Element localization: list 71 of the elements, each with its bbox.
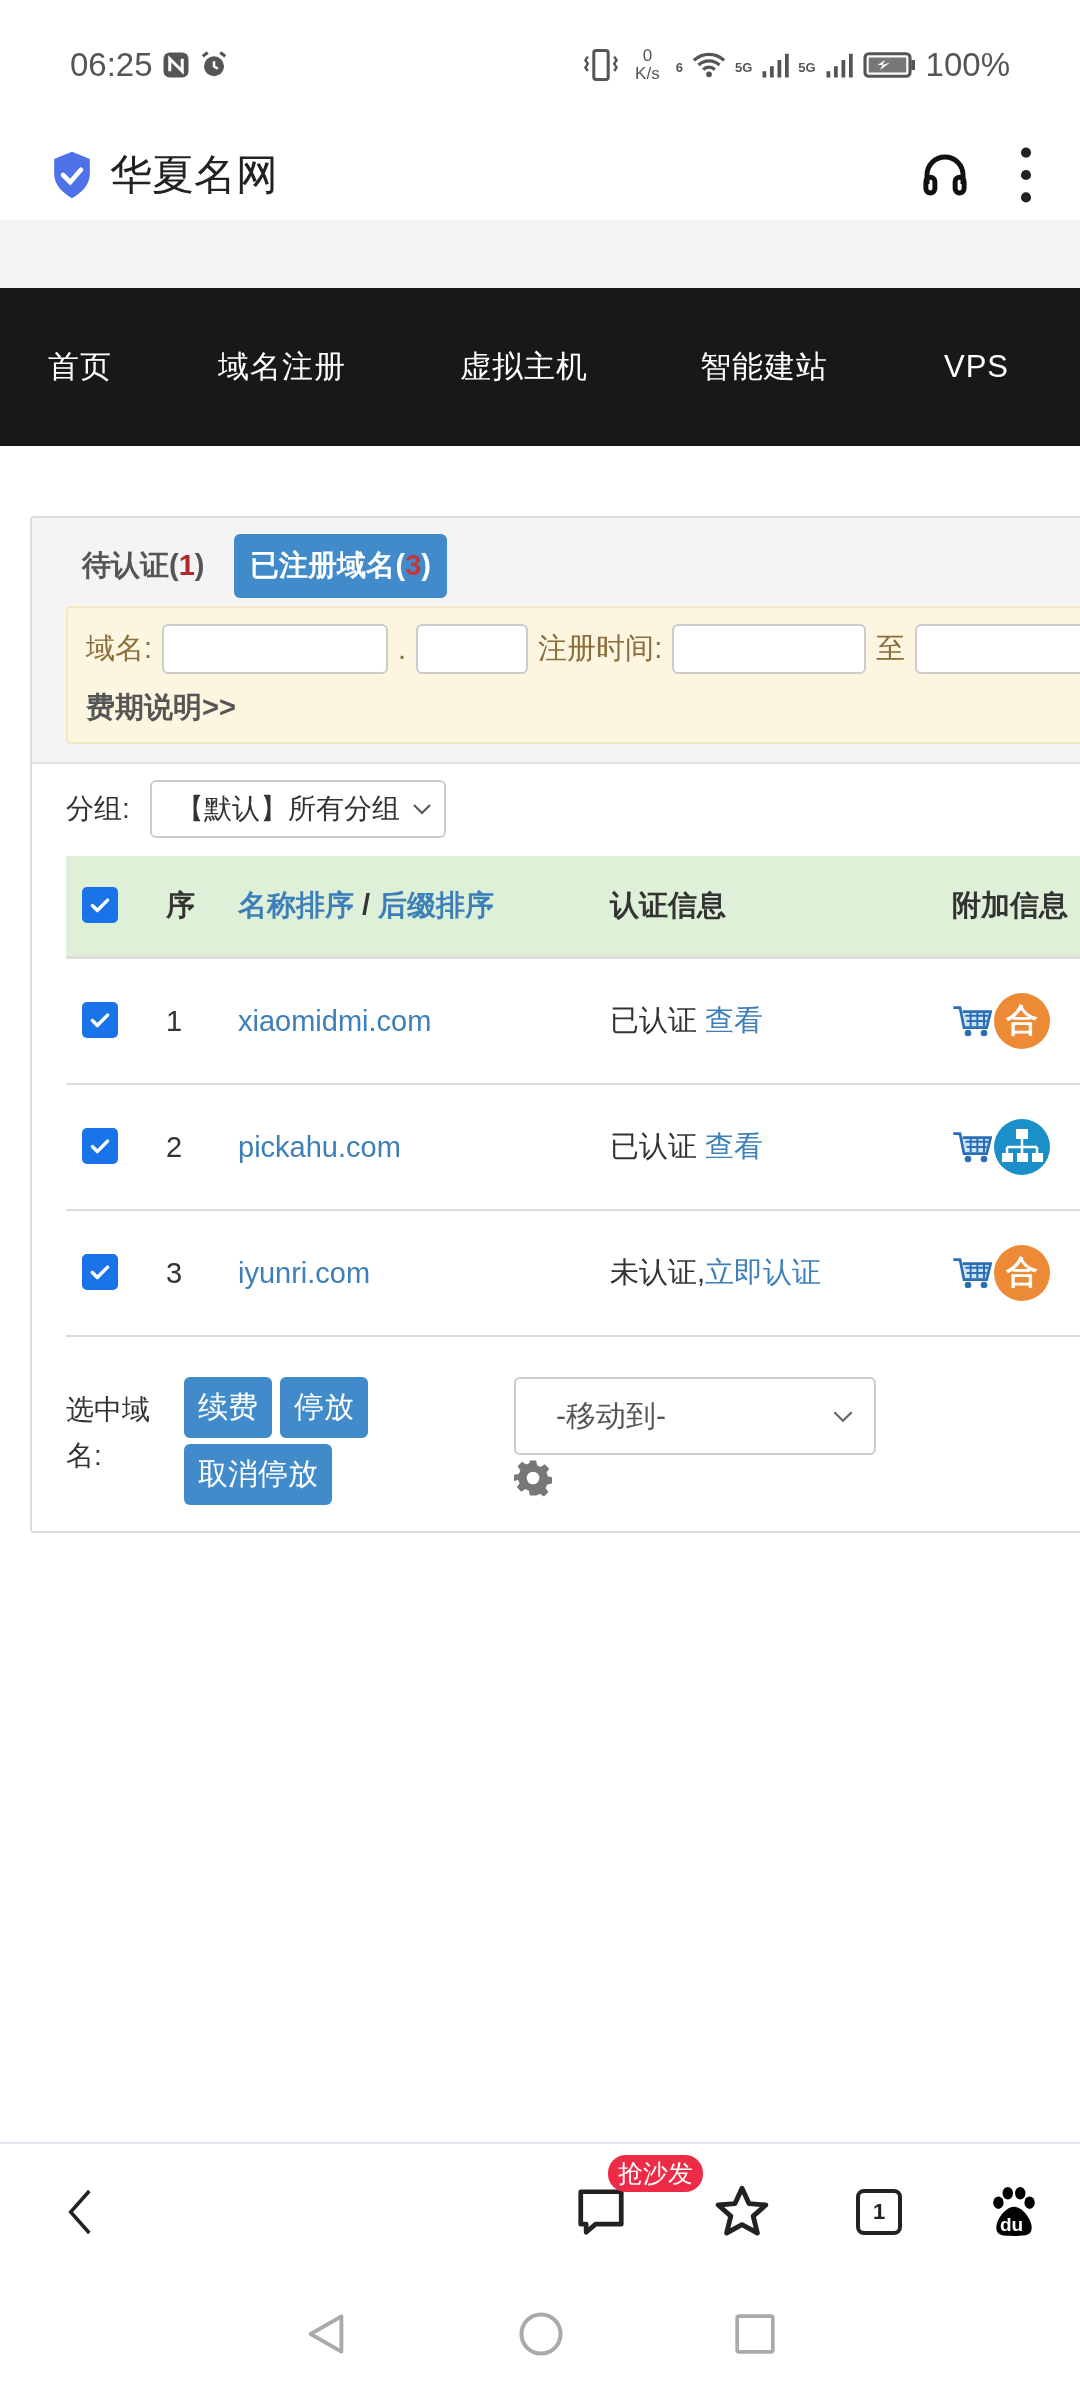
dot-text: . [398, 632, 407, 666]
checkbox[interactable] [82, 887, 118, 923]
separator-text: / [361, 889, 372, 921]
selection-label: 选中域名: [66, 1393, 151, 1473]
battery-text: 100% [925, 46, 1010, 84]
chevron-down-icon [411, 803, 432, 815]
row-number: 1 [166, 1004, 183, 1037]
fee-info-link[interactable]: 费期说明>> [86, 688, 236, 728]
auth-link[interactable]: 立即认证 [705, 1256, 822, 1288]
shopping-cart-icon[interactable] [952, 1129, 992, 1165]
logo-text: du [1000, 2213, 1024, 2236]
column-header: 附加信息 [952, 889, 1068, 921]
auth-status-text: 未认证, [610, 1256, 706, 1288]
action-button[interactable]: 取消停放 [184, 1444, 332, 1505]
time-text: 06:25 [70, 46, 153, 84]
input-field[interactable] [162, 624, 389, 674]
home-nav-icon[interactable] [518, 2311, 564, 2357]
checkbox[interactable] [82, 1128, 118, 1164]
nav-link[interactable]: VPS [944, 349, 1010, 385]
row-number: 3 [166, 1256, 183, 1289]
nav-link[interactable]: 虚拟主机 [460, 346, 588, 388]
action-button[interactable]: 停放 [280, 1377, 368, 1438]
comment-badge: 抢沙发 [608, 2154, 703, 2192]
move-to-select[interactable]: -移动到- [514, 1377, 876, 1455]
field-label: 至 [876, 631, 906, 666]
network-label: 5G [798, 60, 816, 75]
settings-icon[interactable] [514, 1459, 552, 1497]
speed-unit-text: K/s [635, 65, 660, 83]
field-label: 注册时间: [538, 631, 663, 666]
network-label: 5G [734, 60, 753, 75]
row-number: 2 [166, 1130, 183, 1163]
tab[interactable]: 待认证(1) [66, 534, 221, 598]
wifi-icon [690, 51, 727, 79]
input-field[interactable] [672, 624, 867, 674]
nav-link[interactable]: 域名注册 [218, 346, 346, 388]
sitemap-icon[interactable] [994, 1119, 1050, 1175]
battery-icon [861, 50, 918, 80]
chevron-down-icon [832, 1409, 854, 1423]
checkbox[interactable] [82, 1002, 118, 1038]
checkbox[interactable] [82, 1254, 118, 1290]
auth-link[interactable]: 查看 [705, 1004, 764, 1036]
column-header: 序 [166, 889, 195, 921]
column-header: 认证信息 [610, 889, 726, 921]
nav-link[interactable]: 首页 [48, 346, 112, 388]
more-menu-icon[interactable] [1020, 147, 1032, 203]
input-field[interactable] [915, 624, 1080, 674]
shopping-cart-icon[interactable] [952, 1003, 992, 1039]
group-label: 分组: [66, 792, 130, 826]
domain-link[interactable]: pickahu.com [238, 1130, 401, 1163]
field-label: 域名: [86, 631, 153, 666]
tab-count-button[interactable]: 1 [856, 2188, 902, 2235]
speed-text: 0 [642, 47, 653, 65]
recents-nav-icon[interactable] [734, 2313, 776, 2355]
tab[interactable]: 已注册域名(3) [234, 534, 447, 598]
sort-link[interactable]: 名称排序 [238, 889, 354, 921]
action-button[interactable]: 续费 [184, 1377, 272, 1438]
nav-link[interactable]: 智能建站 [700, 346, 828, 388]
auth-status-text: 已认证 [610, 1004, 697, 1036]
vibrate-icon [583, 47, 620, 83]
domain-link[interactable]: iyunri.com [238, 1256, 371, 1289]
wifi-label: 6 [675, 60, 683, 75]
domain-link[interactable]: xiaomidmi.com [238, 1004, 432, 1037]
merge-badge[interactable]: 合 [994, 1245, 1050, 1301]
sort-link[interactable]: 后缀排序 [378, 889, 495, 921]
auth-link[interactable]: 查看 [705, 1130, 764, 1162]
group-select[interactable]: 【默认】所有分组 [149, 780, 446, 838]
input-field[interactable] [416, 624, 529, 674]
auth-status-text: 已认证 [610, 1130, 697, 1162]
shopping-cart-icon[interactable] [952, 1255, 992, 1291]
merge-badge[interactable]: 合 [994, 993, 1050, 1049]
page-title: 华夏名网 [110, 150, 279, 200]
